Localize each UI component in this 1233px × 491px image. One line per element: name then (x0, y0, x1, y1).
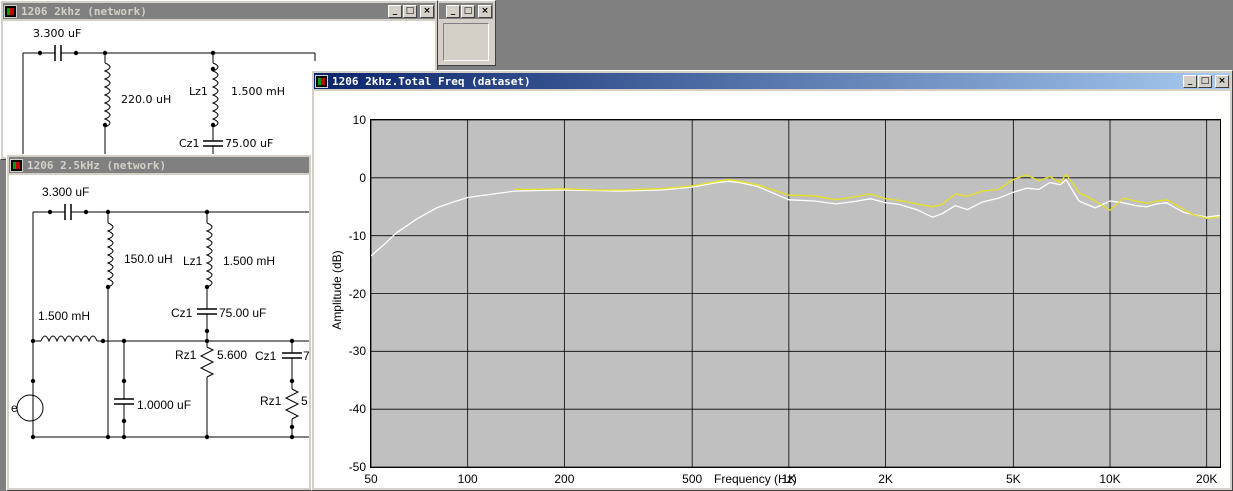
cz2-value-label: 7 (303, 349, 309, 363)
chart-client[interactable]: 10 0 -10 -20 -30 -40 -50 50 100 200 500 1K 2K 5K 10K 2… (314, 91, 1230, 488)
network-2-5khz-titlebar[interactable]: 1206 2.5kHz (network) (9, 157, 309, 173)
shunt-capacitor-label: 1.0000 uF (137, 398, 192, 412)
background-window-panel (443, 23, 489, 61)
maximize-button[interactable]: □ (1198, 74, 1212, 88)
series-capacitor-label: 3.300 uF (42, 185, 90, 199)
shunt-inductor-label: 220.0 uH (121, 93, 172, 106)
background-window-titlebar[interactable]: _ □ × (439, 3, 493, 19)
minimize-button[interactable]: _ (1183, 74, 1197, 88)
rz-name-label: Rz1 (175, 348, 197, 362)
app-icon[interactable] (315, 74, 328, 88)
cz-name-label: Cz1 (171, 306, 193, 320)
window-title: 1206 2.5kHz (network) (27, 158, 167, 172)
maximize-button[interactable]: □ (461, 4, 475, 18)
network-2-5khz-schematic (16, 204, 309, 440)
y-tick-label: 0 (359, 170, 366, 185)
x-tick-label: 5K (1005, 472, 1021, 486)
y-tick-label: -40 (348, 402, 366, 417)
app-icon[interactable] (4, 4, 17, 18)
window-title: 1206 2khz.Total Freq (dataset) (332, 74, 531, 88)
lz-name-label: Lz1 (183, 254, 203, 268)
x-tick-label: 500 (682, 472, 703, 486)
cz-value-label: 75.00 uF (225, 137, 274, 150)
y-tick-label: 10 (352, 113, 366, 127)
rz2-name-label: Rz1 (260, 394, 282, 408)
x-tick-label: 20K (1196, 472, 1218, 486)
rz2-value-label: 5 (301, 394, 308, 408)
x-tick-label: 200 (554, 472, 575, 486)
plot-area[interactable] (370, 119, 1221, 468)
close-button[interactable]: × (478, 4, 492, 18)
rz-value-label: 5.600 (217, 348, 248, 362)
x-tick-label: 10K (1099, 472, 1121, 486)
lz-value-label: 1.500 mH (223, 254, 276, 268)
x-tick-label: 2K (878, 472, 893, 486)
cz-name-label: Cz1 (179, 137, 200, 150)
close-button[interactable]: × (1215, 74, 1229, 88)
shunt-inductor-label: 150.0 uH (124, 252, 173, 266)
network-2-5khz-window[interactable]: 1206 2.5kHz (network) 3.300 uF 150.0 uH … (6, 154, 312, 491)
cz2-name-label: Cz1 (255, 349, 277, 363)
x-axis-label: Frequency (Hz) (714, 472, 797, 486)
y-axis-label: Amplitude (dB) (330, 250, 344, 330)
series-line-1 (514, 173, 1220, 219)
frequency-response-window[interactable]: 1206 2khz.Total Freq (dataset) _ □ × 10 0… (311, 70, 1233, 491)
lz-value-label: 1.500 mH (231, 85, 285, 98)
plot-svg (371, 120, 1220, 467)
cz-value-label: 75.00 uF (219, 306, 267, 320)
maximize-button[interactable]: □ (403, 4, 417, 18)
x-tick-label: 100 (457, 472, 478, 486)
y-tick-label: -30 (348, 344, 366, 359)
series-capacitor-label: 3.300 uF (33, 27, 82, 40)
app-icon[interactable] (10, 158, 23, 172)
close-button[interactable]: × (420, 4, 434, 18)
background-window[interactable]: _ □ × (436, 0, 496, 66)
network-2-5khz-canvas[interactable]: 3.300 uF 150.0 uH Lz1 1.500 mH Cz1 75.00… (9, 175, 309, 488)
series-inductor-label: 1.500 mH (38, 309, 91, 323)
source-label: e (11, 401, 18, 415)
lz-name-label: Lz1 (189, 85, 208, 98)
series-line-0 (371, 178, 1220, 257)
network-2khz-titlebar[interactable]: 1206 2khz (network) _ □ × (3, 3, 435, 19)
window-title: 1206 2khz (network) (21, 4, 147, 18)
minimize-button[interactable]: _ (388, 4, 402, 18)
minimize-button[interactable]: _ (446, 4, 460, 18)
frequency-response-titlebar[interactable]: 1206 2khz.Total Freq (dataset) _ □ × (314, 73, 1230, 89)
y-tick-label: -50 (348, 460, 366, 474)
x-tick-label: 50 (364, 472, 378, 486)
